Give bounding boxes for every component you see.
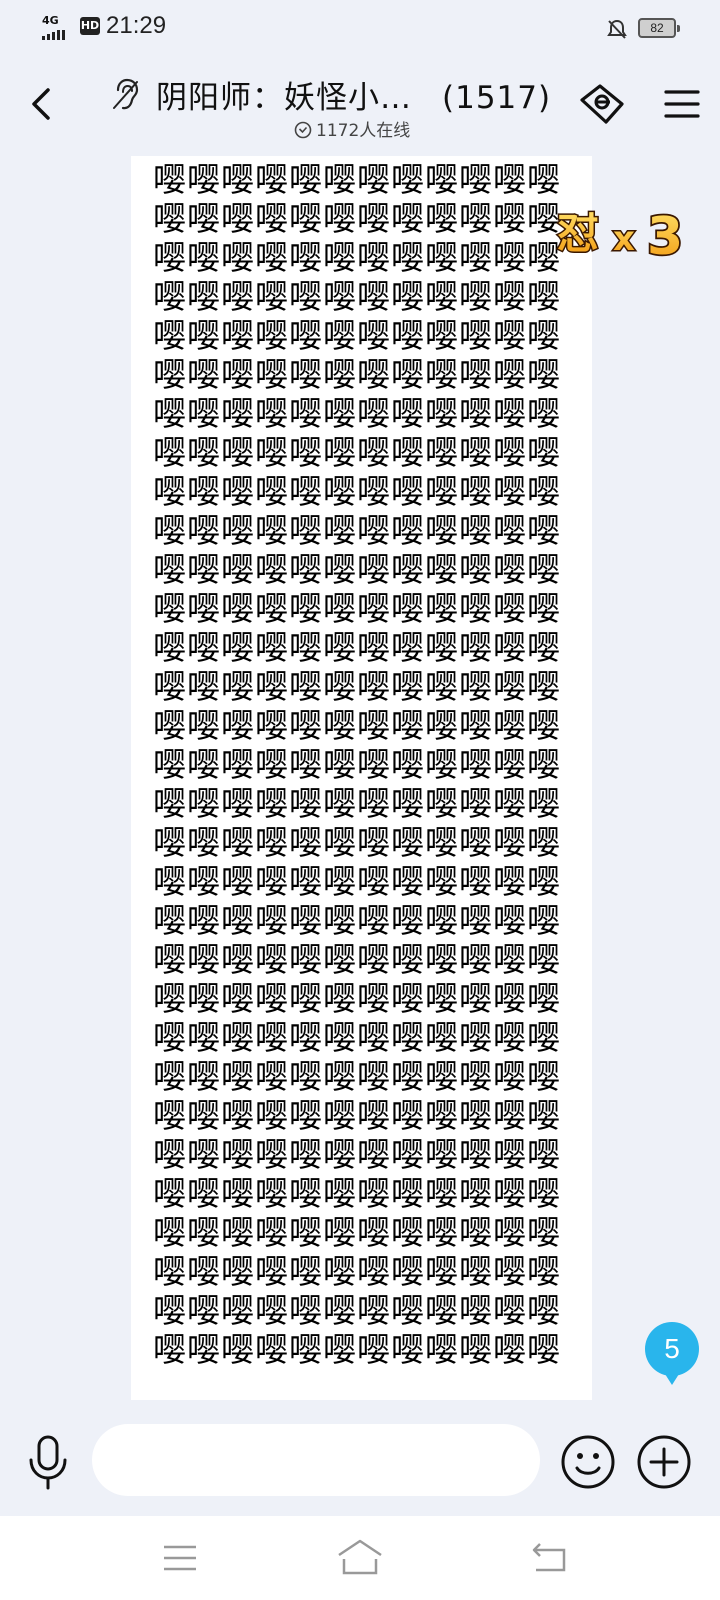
message-text-row: 嘤嘤嘤嘤嘤嘤嘤嘤嘤嘤嘤嘤	[153, 1174, 561, 1213]
plus-icon[interactable]	[636, 1434, 692, 1490]
message-text-row: 嘤嘤嘤嘤嘤嘤嘤嘤嘤嘤嘤嘤	[153, 745, 561, 784]
home-icon[interactable]	[336, 1538, 384, 1576]
message-text-row: 嘤嘤嘤嘤嘤嘤嘤嘤嘤嘤嘤嘤	[153, 1330, 561, 1369]
message-text-row: 嘤嘤嘤嘤嘤嘤嘤嘤嘤嘤嘤嘤	[153, 199, 561, 238]
message-text-row: 嘤嘤嘤嘤嘤嘤嘤嘤嘤嘤嘤嘤	[153, 316, 561, 355]
message-text: 嘤嘤嘤嘤嘤嘤嘤嘤嘤嘤嘤嘤 嘤嘤嘤嘤嘤嘤嘤嘤嘤嘤嘤嘤 嘤嘤嘤嘤嘤嘤嘤嘤嘤嘤嘤嘤 嘤嘤嘤嘤…	[153, 160, 563, 1369]
microphone-icon[interactable]	[26, 1434, 70, 1492]
badge-multiplier: x	[613, 219, 635, 259]
message-image[interactable]: 嘤嘤嘤嘤嘤嘤嘤嘤嘤嘤嘤嘤 嘤嘤嘤嘤嘤嘤嘤嘤嘤嘤嘤嘤 嘤嘤嘤嘤嘤嘤嘤嘤嘤嘤嘤嘤 嘤嘤嘤嘤…	[131, 156, 592, 1400]
menu-icon[interactable]	[664, 88, 700, 120]
message-text-row: 嘤嘤嘤嘤嘤嘤嘤嘤嘤嘤嘤嘤	[153, 394, 561, 433]
network-type: 4G	[42, 14, 59, 27]
input-bar	[0, 1404, 720, 1516]
message-text-row: 嘤嘤嘤嘤嘤嘤嘤嘤嘤嘤嘤嘤	[153, 784, 561, 823]
badge-text: 怼	[557, 209, 599, 258]
message-text-row: 嘤嘤嘤嘤嘤嘤嘤嘤嘤嘤嘤嘤	[153, 1252, 561, 1291]
message-text-row: 嘤嘤嘤嘤嘤嘤嘤嘤嘤嘤嘤嘤	[153, 628, 561, 667]
chat-header: 阴阳师：妖怪小… (1517) 1172人在线	[0, 56, 720, 146]
message-text-row: 嘤嘤嘤嘤嘤嘤嘤嘤嘤嘤嘤嘤	[153, 1291, 561, 1330]
message-text-row: 嘤嘤嘤嘤嘤嘤嘤嘤嘤嘤嘤嘤	[153, 706, 561, 745]
check-circle-icon	[294, 121, 312, 139]
system-nav-bar	[0, 1516, 720, 1600]
dui-x3-badge: 怼 x 3	[556, 205, 685, 264]
recent-apps-icon[interactable]	[162, 1544, 198, 1572]
message-text-row: 嘤嘤嘤嘤嘤嘤嘤嘤嘤嘤嘤嘤	[153, 433, 561, 472]
message-text-row: 嘤嘤嘤嘤嘤嘤嘤嘤嘤嘤嘤嘤	[153, 238, 561, 277]
message-input[interactable]	[92, 1424, 540, 1496]
badge-count: 3	[647, 207, 683, 264]
message-text-row: 嘤嘤嘤嘤嘤嘤嘤嘤嘤嘤嘤嘤	[153, 1057, 561, 1096]
message-text-row: 嘤嘤嘤嘤嘤嘤嘤嘤嘤嘤嘤嘤	[153, 277, 561, 316]
unread-count-bubble[interactable]: 5	[645, 1322, 699, 1385]
signal-icon: 4G	[42, 14, 74, 40]
group-title[interactable]: 阴阳师：妖怪小… (1517)	[156, 72, 551, 117]
tag-icon[interactable]	[578, 82, 628, 126]
message-text-row: 嘤嘤嘤嘤嘤嘤嘤嘤嘤嘤嘤嘤	[153, 355, 561, 394]
online-status: 1172人在线	[294, 116, 410, 141]
message-text-row: 嘤嘤嘤嘤嘤嘤嘤嘤嘤嘤嘤嘤	[153, 1096, 561, 1135]
message-text-row: 嘤嘤嘤嘤嘤嘤嘤嘤嘤嘤嘤嘤	[153, 901, 561, 940]
message-text-row: 嘤嘤嘤嘤嘤嘤嘤嘤嘤嘤嘤嘤	[153, 1213, 561, 1252]
message-text-row: 嘤嘤嘤嘤嘤嘤嘤嘤嘤嘤嘤嘤	[153, 979, 561, 1018]
message-text-row: 嘤嘤嘤嘤嘤嘤嘤嘤嘤嘤嘤嘤	[153, 862, 561, 901]
message-text-row: 嘤嘤嘤嘤嘤嘤嘤嘤嘤嘤嘤嘤	[153, 589, 561, 628]
clock: 21:29	[106, 12, 167, 39]
nav-back-icon[interactable]	[530, 1540, 570, 1574]
message-text-row: 嘤嘤嘤嘤嘤嘤嘤嘤嘤嘤嘤嘤	[153, 511, 561, 550]
message-text-row: 嘤嘤嘤嘤嘤嘤嘤嘤嘤嘤嘤嘤	[153, 550, 561, 589]
message-text-row: 嘤嘤嘤嘤嘤嘤嘤嘤嘤嘤嘤嘤	[153, 823, 561, 862]
mute-bell-icon	[607, 19, 627, 39]
message-text-row: 嘤嘤嘤嘤嘤嘤嘤嘤嘤嘤嘤嘤	[153, 1018, 561, 1057]
hd-icon: HD	[80, 17, 100, 35]
message-text-row: 嘤嘤嘤嘤嘤嘤嘤嘤嘤嘤嘤嘤	[153, 940, 561, 979]
message-text-row: 嘤嘤嘤嘤嘤嘤嘤嘤嘤嘤嘤嘤	[153, 667, 561, 706]
status-bar: 4G HD 21:29 82	[0, 0, 720, 56]
message-text-row: 嘤嘤嘤嘤嘤嘤嘤嘤嘤嘤嘤嘤	[153, 160, 561, 199]
online-count: 1172人在线	[316, 121, 411, 141]
ear-icon[interactable]	[112, 78, 140, 112]
group-name: 阴阳师：妖怪小…	[156, 80, 412, 116]
battery-icon: 82	[638, 18, 680, 38]
member-count: (1517)	[442, 80, 552, 116]
message-text-row: 嘤嘤嘤嘤嘤嘤嘤嘤嘤嘤嘤嘤	[153, 472, 561, 511]
message-text-row: 嘤嘤嘤嘤嘤嘤嘤嘤嘤嘤嘤嘤	[153, 1135, 561, 1174]
back-arrow-icon[interactable]	[22, 84, 62, 124]
emoji-icon[interactable]	[560, 1434, 616, 1490]
